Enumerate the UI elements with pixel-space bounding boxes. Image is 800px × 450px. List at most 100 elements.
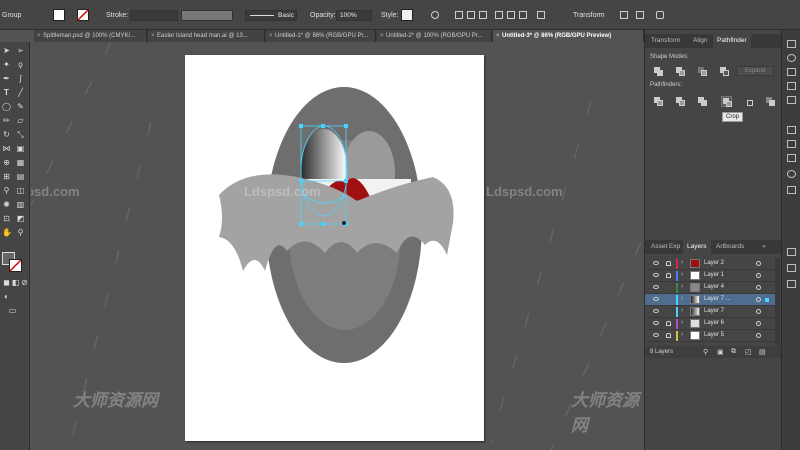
tab-layers[interactable]: Layers: [683, 240, 711, 254]
panel-overflow-icon[interactable]: »: [758, 240, 770, 254]
stroke-color-box[interactable]: [9, 259, 22, 272]
close-icon[interactable]: ×: [151, 30, 155, 42]
slice-tool-icon[interactable]: ◩: [16, 214, 25, 223]
target-circle-icon[interactable]: [756, 261, 761, 266]
tab-transform[interactable]: Transform: [647, 34, 684, 48]
screen-mode-icon[interactable]: ▭: [8, 306, 17, 315]
tab-align[interactable]: Align: [689, 34, 711, 48]
lasso-tool-icon[interactable]: ϙ: [16, 60, 25, 69]
variable-width-profile[interactable]: [181, 10, 233, 21]
target-circle-icon[interactable]: [756, 321, 761, 326]
line-segment-tool-icon[interactable]: ╱: [16, 88, 25, 97]
free-transform-tool-icon[interactable]: ▣: [16, 144, 25, 153]
stroke-panel-icon[interactable]: [787, 126, 796, 134]
recolor-artwork-icon[interactable]: [431, 11, 439, 19]
exclude-icon[interactable]: [719, 66, 730, 77]
layer-row[interactable]: › Layer 2: [645, 258, 775, 270]
gradient-panel-icon[interactable]: [787, 140, 796, 148]
distribute-icon[interactable]: [537, 11, 545, 19]
tab-asset-export[interactable]: Asset Exp: [647, 240, 684, 254]
doc-tab-untitled-3[interactable]: × Untitled-3* @ 86% (RGB/GPU Preview): [493, 30, 644, 42]
layer-row[interactable]: › Layer 6: [645, 318, 775, 330]
align-left-icon[interactable]: [455, 11, 463, 19]
outline-icon[interactable]: [743, 96, 754, 107]
transparency-panel-icon[interactable]: [787, 154, 796, 162]
chevron-right-icon[interactable]: ›: [681, 295, 683, 302]
scale-tool-icon[interactable]: ⤡: [16, 130, 25, 139]
swatches-panel-icon[interactable]: [787, 68, 796, 76]
target-circle-icon[interactable]: [756, 309, 761, 314]
minus-back-icon[interactable]: [765, 96, 776, 107]
locate-object-icon[interactable]: ⚲: [703, 348, 708, 356]
gradient-mode-icon[interactable]: ◧: [11, 278, 20, 287]
lock-icon[interactable]: [666, 273, 671, 278]
curvature-tool-icon[interactable]: ∫: [16, 74, 25, 83]
trim-icon[interactable]: [675, 96, 686, 107]
chevron-right-icon[interactable]: ›: [681, 307, 683, 314]
magic-wand-tool-icon[interactable]: ✦: [2, 60, 11, 69]
libraries-panel-icon[interactable]: [787, 248, 796, 256]
ellipse-tool-icon[interactable]: ◯: [2, 102, 11, 111]
unite-icon[interactable]: [653, 66, 664, 77]
hand-tool-icon[interactable]: ✋: [2, 228, 12, 237]
align-bottom-icon[interactable]: [519, 11, 527, 19]
pencil-tool-icon[interactable]: ✏: [2, 116, 11, 125]
doc-tab-untitled-1[interactable]: × Untitled-1* @ 86% (RGB/GPU Pr...: [266, 30, 376, 42]
artboards-panel-icon[interactable]: [787, 280, 796, 288]
target-circle-icon[interactable]: [756, 285, 761, 290]
layer-row[interactable]: › Layer 1: [645, 270, 775, 282]
zoom-tool-icon[interactable]: ⚲: [16, 228, 25, 237]
selection-tool-icon[interactable]: ➤: [2, 46, 11, 55]
clipping-mask-icon[interactable]: ▣: [717, 348, 724, 356]
shape-builder-tool-icon[interactable]: ⊕: [2, 158, 11, 167]
tab-artboards[interactable]: Artboards: [712, 240, 748, 254]
none-mode-icon[interactable]: ⊘: [20, 278, 29, 287]
symbol-sprayer-tool-icon[interactable]: ✺: [2, 200, 11, 209]
column-graph-tool-icon[interactable]: ▥: [16, 200, 25, 209]
canvas-area[interactable]: Ldspsd.com Ldspsd.com Ldspsd.com 大师资源网 大…: [31, 42, 644, 450]
isolate-group-icon[interactable]: [620, 11, 628, 19]
stroke-swatch[interactable]: [77, 9, 89, 21]
chevron-right-icon[interactable]: ›: [681, 283, 683, 290]
opacity-field[interactable]: 100%: [336, 10, 372, 21]
artboard-tool-icon[interactable]: ⊡: [2, 214, 11, 223]
doc-tab-spittleman[interactable]: × Spittleman.psd @ 100% (CMYK/...: [34, 30, 147, 42]
close-icon[interactable]: ×: [269, 30, 273, 42]
color-panel-icon[interactable]: [787, 40, 796, 48]
eraser-tool-icon[interactable]: ▱: [16, 116, 25, 125]
chevron-right-icon[interactable]: ›: [681, 331, 683, 338]
panel-menu-icon[interactable]: [656, 11, 664, 19]
graphic-style-swatch[interactable]: [401, 9, 413, 21]
trash-icon[interactable]: ▤: [759, 348, 766, 356]
fill-swatch[interactable]: [53, 9, 65, 21]
artboard[interactable]: [185, 55, 484, 441]
doc-tab-easter-island[interactable]: × Easter Island head man.ai @ 13...: [148, 30, 265, 42]
mesh-tool-icon[interactable]: ⊞: [2, 172, 11, 181]
chevron-right-icon[interactable]: ›: [681, 259, 683, 266]
color-guide-icon[interactable]: [787, 54, 796, 62]
gradient-tool-icon[interactable]: ▤: [16, 172, 25, 181]
new-layer-icon[interactable]: ◰: [745, 348, 752, 356]
layers-scrollbar[interactable]: [775, 258, 780, 348]
layers-stack-icon[interactable]: [787, 264, 796, 272]
layer-row[interactable]: › Layer 5: [645, 330, 775, 342]
visibility-eye-icon[interactable]: [653, 297, 659, 301]
rotate-tool-icon[interactable]: ↻: [2, 130, 11, 139]
target-circle-icon[interactable]: [756, 297, 761, 302]
transform-link[interactable]: Transform: [573, 12, 605, 19]
lock-icon[interactable]: [666, 321, 671, 326]
pen-tool-icon[interactable]: ✒: [2, 74, 11, 83]
chevron-right-icon[interactable]: ›: [681, 271, 683, 278]
visibility-eye-icon[interactable]: [653, 261, 659, 265]
tab-pathfinder[interactable]: Pathfinder: [713, 34, 751, 48]
blend-tool-icon[interactable]: ◫: [16, 186, 25, 195]
color-mode-icon[interactable]: ◼: [2, 278, 11, 287]
symbols-panel-icon[interactable]: [787, 96, 796, 104]
align-center-icon[interactable]: [467, 11, 475, 19]
expand-button[interactable]: Expand: [736, 66, 774, 76]
new-sublayer-icon[interactable]: ⧉: [731, 348, 736, 356]
visibility-eye-icon[interactable]: [653, 273, 659, 277]
lock-icon[interactable]: [666, 333, 671, 338]
minus-front-icon[interactable]: [675, 66, 686, 77]
close-icon[interactable]: ×: [496, 30, 500, 42]
